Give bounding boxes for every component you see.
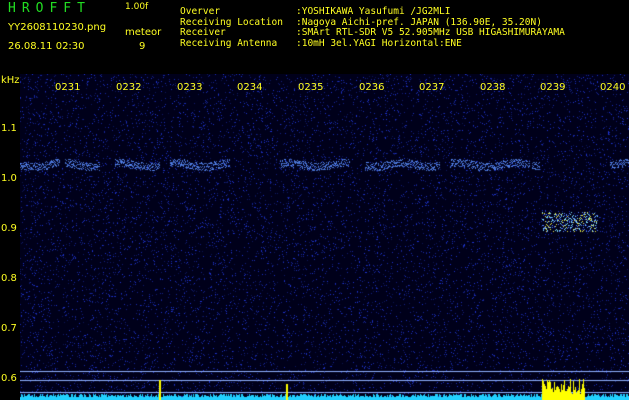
spectrogram-area	[20, 74, 629, 400]
y-tick-1-0: 1.0	[1, 173, 17, 184]
meta-value-antenna: :10mH 3el.YAGI Horizontal:ENE	[296, 37, 462, 49]
time-tick-0237: 0237	[419, 82, 445, 93]
y-tick-1-1: 1.1	[1, 123, 17, 134]
y-axis-unit: kHz	[1, 75, 20, 86]
time-tick-0233: 0233	[177, 82, 203, 93]
spectrogram-canvas	[20, 74, 629, 400]
time-tick-0231: 0231	[55, 82, 81, 93]
time-tick-0236: 0236	[359, 82, 385, 93]
filename-label: YY2608110230.png	[8, 22, 107, 33]
app-logo: HROFFT	[8, 1, 91, 16]
meta-value-receiver: :SMArt RTL-SDR V5 52.905MHz USB HIGASHIM…	[296, 27, 565, 38]
meta-values: :YOSHIKAWA Yasufumi /JG2MLI :Nagoya Aich…	[296, 6, 565, 49]
y-tick-0-9: 0.9	[1, 223, 17, 234]
meta-label-observer: Overver	[180, 6, 221, 17]
y-tick-0-6: 0.6	[1, 373, 17, 384]
meteor-label: meteor	[125, 27, 162, 38]
time-tick-0232: 0232	[116, 82, 142, 93]
version-label: 1.00f	[125, 2, 149, 12]
meteor-count: 9	[139, 41, 146, 52]
meta-labels: Overver Receiving Location Receiver Rece…	[180, 6, 283, 49]
time-tick-0239: 0239	[540, 82, 566, 93]
header: HROFFT 1.00f YY2608110230.png meteor 9 2…	[0, 0, 629, 72]
time-tick-0238: 0238	[480, 82, 506, 93]
meta-label-receiver: Receiver	[180, 27, 226, 38]
meta-label-antenna: Receiving Antenna	[180, 37, 278, 49]
y-tick-0-8: 0.8	[1, 273, 17, 284]
time-tick-0234: 0234	[237, 82, 263, 93]
datetime-label: 26.08.11 02:30	[8, 41, 85, 52]
time-tick-0235: 0235	[298, 82, 324, 93]
time-tick-0240: 0240	[600, 82, 626, 93]
y-tick-0-7: 0.7	[1, 323, 17, 334]
meta-value-observer: :YOSHIKAWA Yasufumi /JG2MLI	[296, 6, 451, 17]
